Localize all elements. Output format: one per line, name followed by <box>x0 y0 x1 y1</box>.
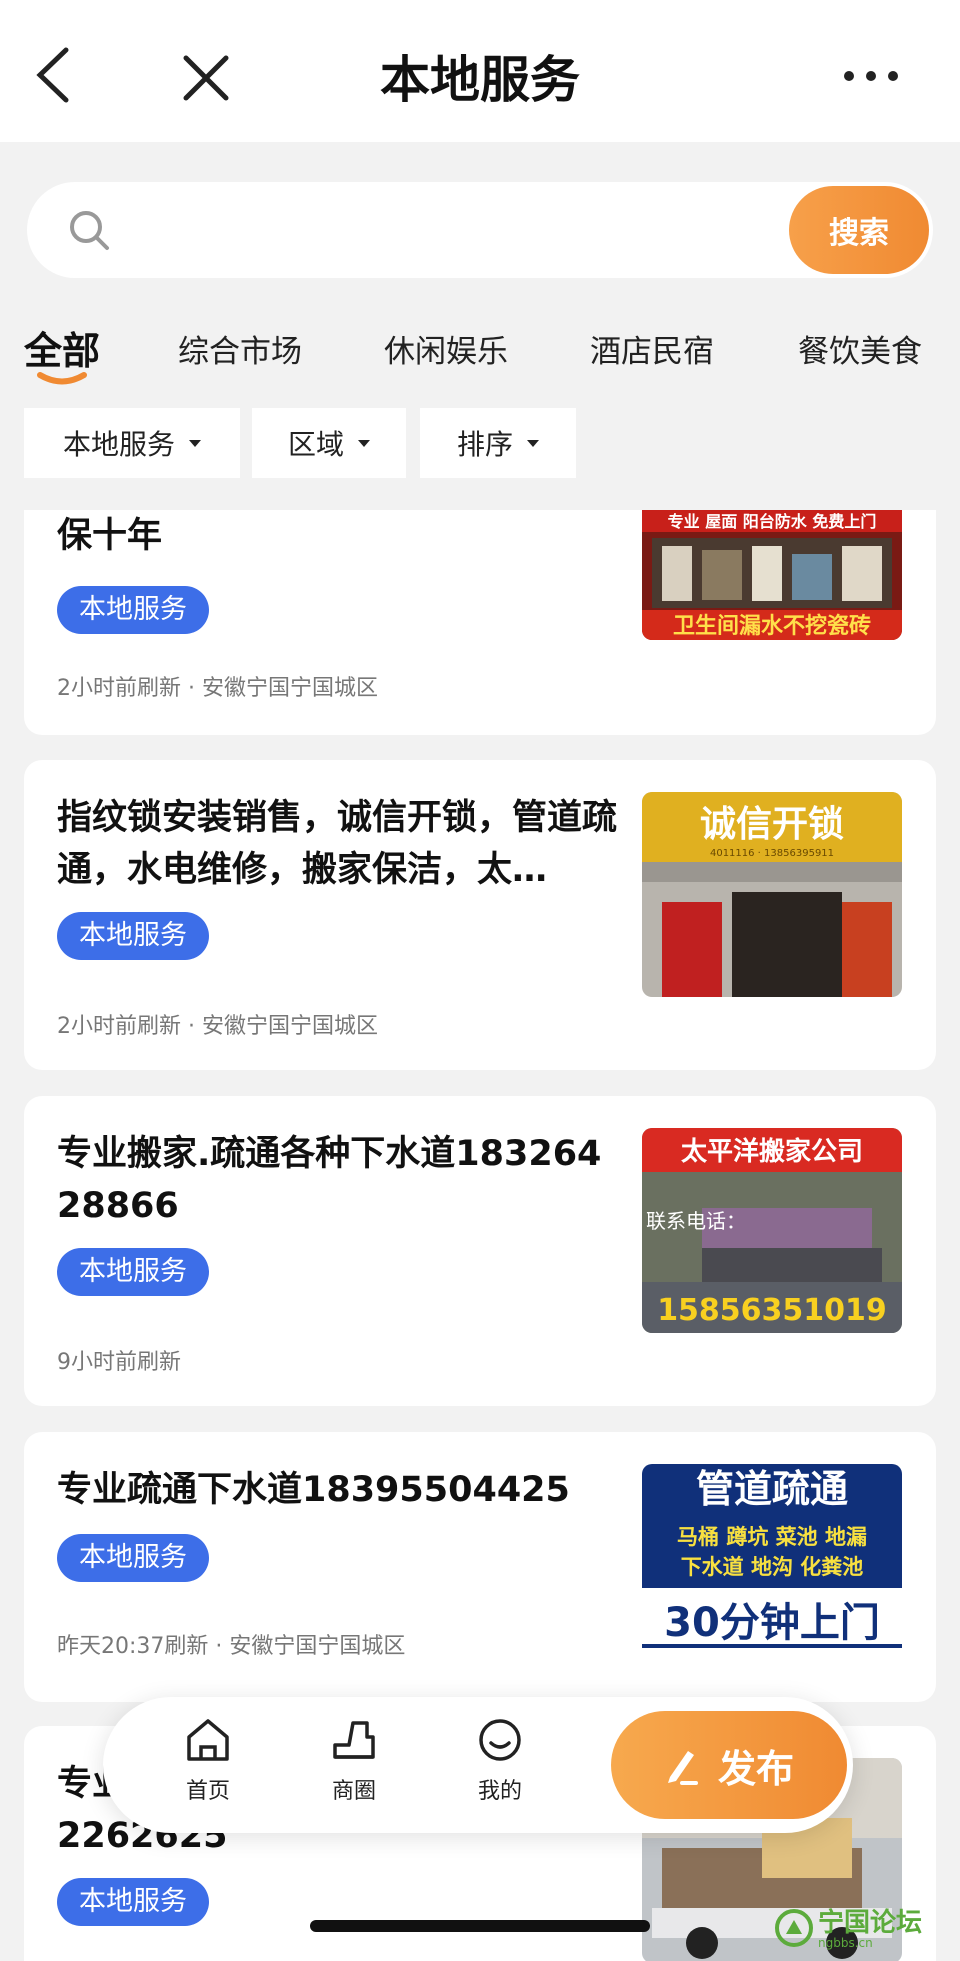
home-indicator <box>310 1920 650 1932</box>
nav-home[interactable]: 首页 <box>153 1715 263 1805</box>
tab-comprehensive-market[interactable]: 综合市场 <box>178 326 302 371</box>
listing-thumbnail: 专业 屋面 阳台防水 免费上门 卫生间漏水不挖瓷砖 <box>642 510 902 640</box>
profile-icon <box>479 1719 521 1761</box>
thumbnail-text: 下水道 地沟 化粪池 <box>681 1555 864 1579</box>
thumbnail-text: 15856351019 <box>657 1293 887 1328</box>
watermark: 宁国论坛 ngbbs.cn <box>772 1900 952 1954</box>
caret-down-icon <box>358 439 370 447</box>
more-icon[interactable] <box>842 64 900 88</box>
watermark-logo-icon <box>775 1909 813 1947</box>
listing-title: 指纹锁安装销售，诚信开锁，管道疏通，水电维修，搬家保洁，太… <box>57 798 617 890</box>
active-tab-indicator <box>37 372 87 385</box>
filter-area[interactable]: 区域 <box>252 408 406 478</box>
category-tag: 本地服务 <box>57 1878 209 1926</box>
home-icon <box>187 1719 229 1761</box>
listing-meta: 2小时前刷新 · 安徽宁国宁国城区 <box>57 1014 378 1039</box>
thumbnail-text: 诚信开锁 <box>700 804 844 845</box>
thumbnail-text: 卫生间漏水不挖瓷砖 <box>673 613 871 639</box>
listing-card[interactable]: 专业搬家.疏通各种下水道18326428866 本地服务 9小时前刷新 太平洋搬… <box>24 1096 936 1406</box>
category-tag: 本地服务 <box>57 912 209 960</box>
listing-thumbnail: 诚信开锁 4011116 · 13856395911 <box>642 792 902 997</box>
filter-service[interactable]: 本地服务 <box>24 408 240 478</box>
listing-card[interactable]: 专业疏通下水道18395504425 本地服务 昨天20:37刷新 · 安徽宁国… <box>24 1432 936 1702</box>
page-title: 本地服务 <box>380 51 580 109</box>
thumbnail-text: 30分钟上门 <box>664 1600 880 1646</box>
bottom-nav: 首页 商圈 我的 发布 <box>103 1697 853 1833</box>
nav-label: 首页 <box>185 1779 230 1804</box>
nav-business-circle[interactable]: 商圈 <box>299 1715 409 1805</box>
publish-label: 发布 <box>717 1746 794 1791</box>
tab-food[interactable]: 餐饮美食 <box>798 326 922 371</box>
tab-leisure[interactable]: 休闲娱乐 <box>384 326 508 371</box>
thumbnail-text: 太平洋搬家公司 <box>681 1136 863 1167</box>
tab-hotels[interactable]: 酒店民宿 <box>590 326 714 371</box>
filter-sort[interactable]: 排序 <box>420 408 576 478</box>
listing-meta: 2小时前刷新 · 安徽宁国宁国城区 <box>57 676 378 701</box>
search-button[interactable]: 搜索 <box>789 186 929 274</box>
nav-profile[interactable]: 我的 <box>445 1715 555 1805</box>
listing-thumbnail: 管道疏通 马桶 蹲坑 菜池 地漏 下水道 地沟 化粪池 30分钟上门 <box>642 1464 902 1664</box>
listing-meta: 昨天20:37刷新 · 安徽宁国宁国城区 <box>57 1634 406 1659</box>
top-bar: 本地服务 <box>0 0 960 142</box>
search-bar: 搜索 <box>27 182 933 278</box>
thumbnail-text: 马桶 蹲坑 菜池 地漏 <box>677 1525 867 1549</box>
nav-label: 商圈 <box>331 1779 376 1804</box>
listing-title: 保十年 <box>57 516 163 556</box>
listing-meta: 9小时前刷新 <box>57 1350 181 1375</box>
tab-all[interactable]: 全部 <box>24 320 100 375</box>
listing-thumbnail: 太平洋搬家公司 联系电话： 15856351019 <box>642 1128 902 1333</box>
thumbnail-text: 专业 屋面 阳台防水 免费上门 <box>668 512 877 531</box>
business-circle-icon <box>333 1721 375 1759</box>
category-tag: 本地服务 <box>57 586 209 634</box>
caret-down-icon <box>527 439 539 447</box>
search-input[interactable] <box>137 202 787 258</box>
watermark-subtext: ngbbs.cn <box>818 1936 873 1950</box>
search-icon <box>70 211 109 250</box>
thumbnail-text: 4011116 · 13856395911 <box>710 848 834 859</box>
publish-button[interactable]: 发布 <box>611 1711 847 1819</box>
thumbnail-text: 管道疏通 <box>696 1467 848 1511</box>
thumbnail-text: 联系电话： <box>646 1209 746 1233</box>
caret-down-icon <box>189 439 201 447</box>
pencil-icon <box>667 1751 698 1785</box>
listing-card[interactable]: 保十年 本地服务 2小时前刷新 · 安徽宁国宁国城区 专业 屋面 阳台防水 免费… <box>24 510 936 735</box>
listing-card[interactable]: 指纹锁安装销售，诚信开锁，管道疏通，水电维修，搬家保洁，太… 本地服务 2小时前… <box>24 760 936 1070</box>
filter-label: 本地服务 <box>62 428 175 461</box>
category-tag: 本地服务 <box>57 1534 209 1582</box>
category-tag: 本地服务 <box>57 1248 209 1296</box>
watermark-text: 宁国论坛 <box>818 1908 923 1938</box>
category-tabs: 全部 综合市场 休闲娱乐 酒店民宿 餐饮美食 <box>0 316 960 386</box>
filter-label: 区域 <box>287 428 344 461</box>
listing-title: 专业疏通下水道18395504425 <box>57 1470 570 1510</box>
nav-label: 我的 <box>477 1779 522 1804</box>
filter-bar: 本地服务 区域 排序 <box>24 408 936 478</box>
listing-title: 专业搬家.疏通各种下水道18326428866 <box>57 1134 602 1226</box>
filter-label: 排序 <box>456 428 513 461</box>
